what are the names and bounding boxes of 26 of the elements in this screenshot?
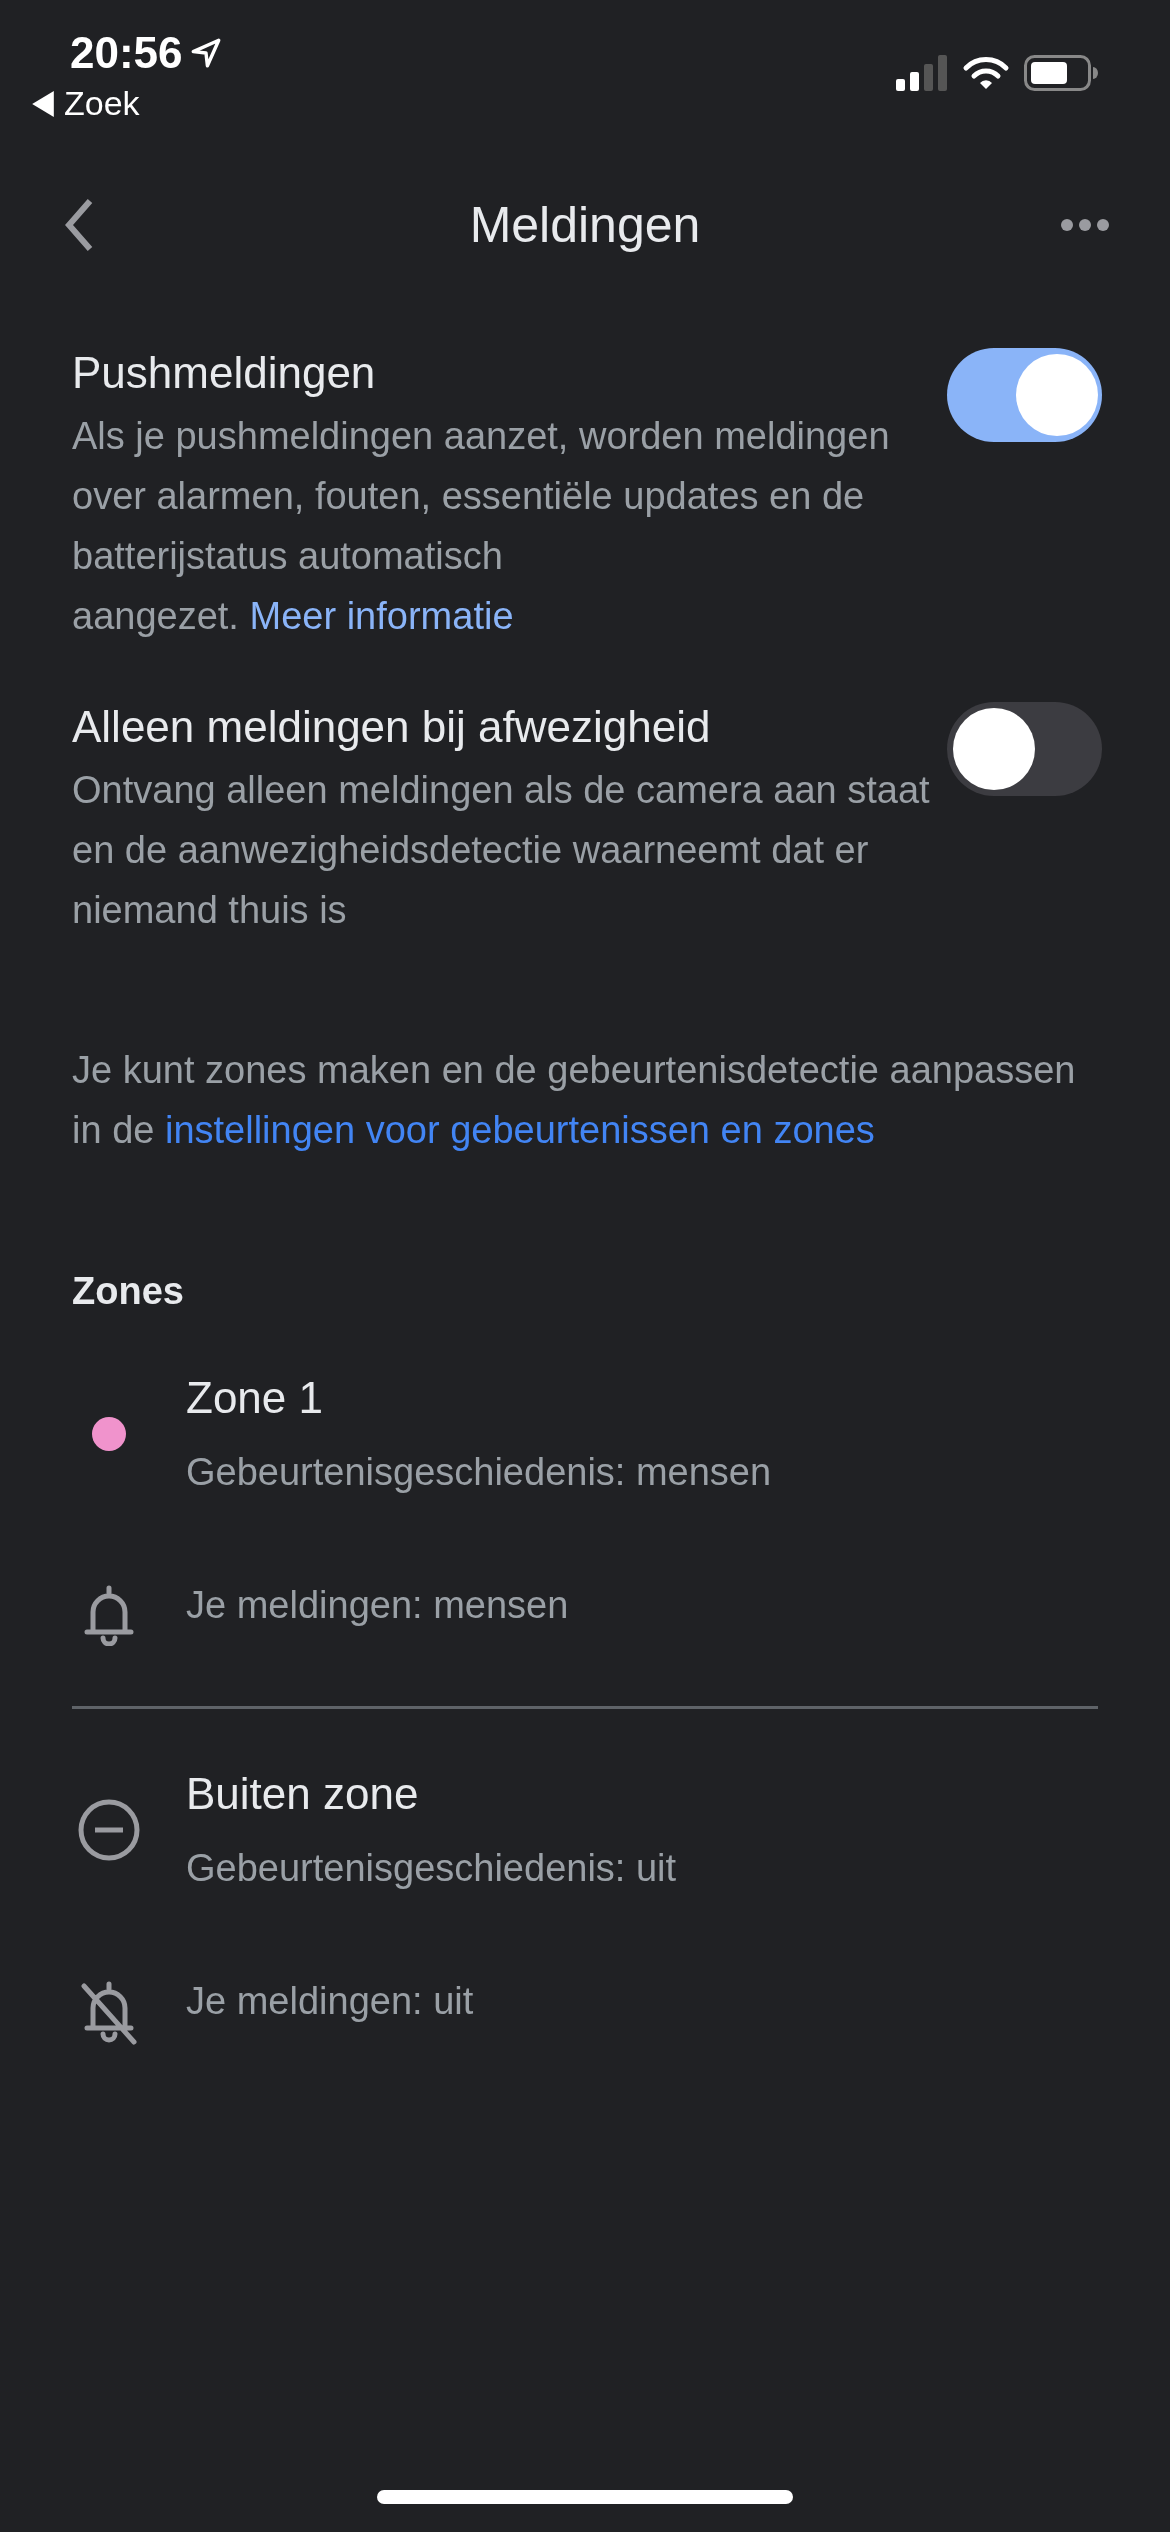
minus-circle-icon [78, 1798, 140, 1861]
setting-title: Alleen meldingen bij afwezigheid [72, 702, 711, 752]
setting-description: Als je pushmeldingen aanzet, worden meldingen over alarmen, fouten, essentiële updates en de batterijstatus automatisch aangezet. Meer informatie [72, 414, 891, 639]
info-text: Je kunt zones maken en de gebeurtenisdetectie aanpassen in de instellingen voor gebeurtenissen en zones [72, 1048, 1077, 1153]
zone-name: Buiten zone [186, 1769, 419, 1819]
back-icon [64, 197, 94, 253]
zone-history: Gebeurtenisgeschiedenis: mensen [186, 1451, 772, 1494]
section-heading: Zones [72, 1270, 184, 1313]
triangle-icon [32, 90, 54, 117]
zone-name: Zone 1 [186, 1373, 323, 1423]
more-info-link[interactable]: Meer informatie [249, 595, 514, 637]
zone-notifications: Je meldingen: mensen [186, 1584, 569, 1627]
status-time: 20:56 [70, 28, 183, 78]
setting-title: Pushmeldingen [72, 348, 376, 398]
zone-history: Gebeurtenisgeschiedenis: uit [186, 1847, 677, 1890]
zone-notifications: Je meldingen: uit [186, 1980, 474, 2023]
battery-icon [1024, 55, 1098, 91]
settings-link[interactable]: instellingen voor gebeurtenissen en zones [164, 1109, 875, 1151]
back-to-app-button[interactable]: Zoek [32, 84, 223, 123]
signal-icon [896, 55, 948, 91]
page-title: Meldingen [469, 196, 701, 254]
wifi-icon [962, 55, 1010, 91]
setting-description: Ontvang alleen meldingen als de camera aan staat en de aanwezigheidsdetectie waarneemt dat er niemand thuis is [72, 768, 931, 933]
more-icon [1060, 218, 1110, 232]
back-button[interactable] [64, 197, 94, 253]
more-button[interactable] [1060, 218, 1110, 232]
